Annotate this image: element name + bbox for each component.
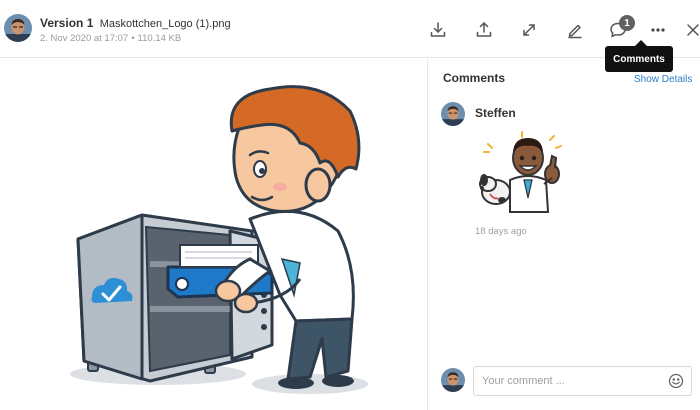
download-button[interactable] bbox=[426, 18, 450, 42]
expand-icon bbox=[523, 24, 535, 36]
comments-panel-title: Comments bbox=[443, 71, 506, 85]
uploader-avatar bbox=[4, 14, 32, 42]
current-user-avatar bbox=[441, 368, 465, 392]
more-options-button[interactable] bbox=[646, 18, 670, 42]
fullscreen-button[interactable] bbox=[517, 18, 541, 42]
upload-icon bbox=[476, 22, 492, 37]
meta-separator: • bbox=[131, 33, 135, 44]
comment-author-avatar bbox=[441, 102, 465, 126]
edit-icon bbox=[568, 24, 582, 39]
file-date: 2. Nov 2020 at 17:07 bbox=[40, 33, 129, 44]
viewer-header: Version 1 Maskottchen_Logo (1).png 2. No… bbox=[0, 0, 700, 58]
comment-sticker bbox=[474, 128, 570, 214]
image-preview bbox=[0, 59, 427, 410]
close-button[interactable] bbox=[681, 18, 700, 42]
upload-button[interactable] bbox=[472, 18, 496, 42]
file-name: Maskottchen_Logo (1).png bbox=[99, 18, 231, 30]
comments-tooltip: Comments bbox=[605, 40, 673, 72]
version-label: Version 1 bbox=[40, 16, 94, 30]
more-icon bbox=[651, 28, 665, 32]
close-icon bbox=[687, 24, 699, 36]
mascot-illustration bbox=[70, 85, 368, 394]
comment-timestamp: 18 days ago bbox=[475, 226, 527, 237]
panel-divider bbox=[427, 59, 428, 410]
show-details-link[interactable]: Show Details bbox=[634, 74, 692, 85]
edit-button[interactable] bbox=[563, 18, 587, 42]
file-meta: 2. Nov 2020 at 17:07 • 110.14 KB bbox=[40, 33, 181, 44]
comment-count-badge: 1 bbox=[619, 15, 635, 31]
comment-author: Steffen bbox=[475, 106, 516, 120]
file-title: Version 1 Maskottchen_Logo (1).png bbox=[40, 16, 231, 30]
download-icon bbox=[430, 22, 446, 37]
comment-input[interactable] bbox=[473, 366, 692, 396]
file-size: 110.14 KB bbox=[137, 33, 182, 44]
emoji-picker-button[interactable] bbox=[668, 373, 684, 389]
emoji-icon bbox=[668, 373, 684, 389]
